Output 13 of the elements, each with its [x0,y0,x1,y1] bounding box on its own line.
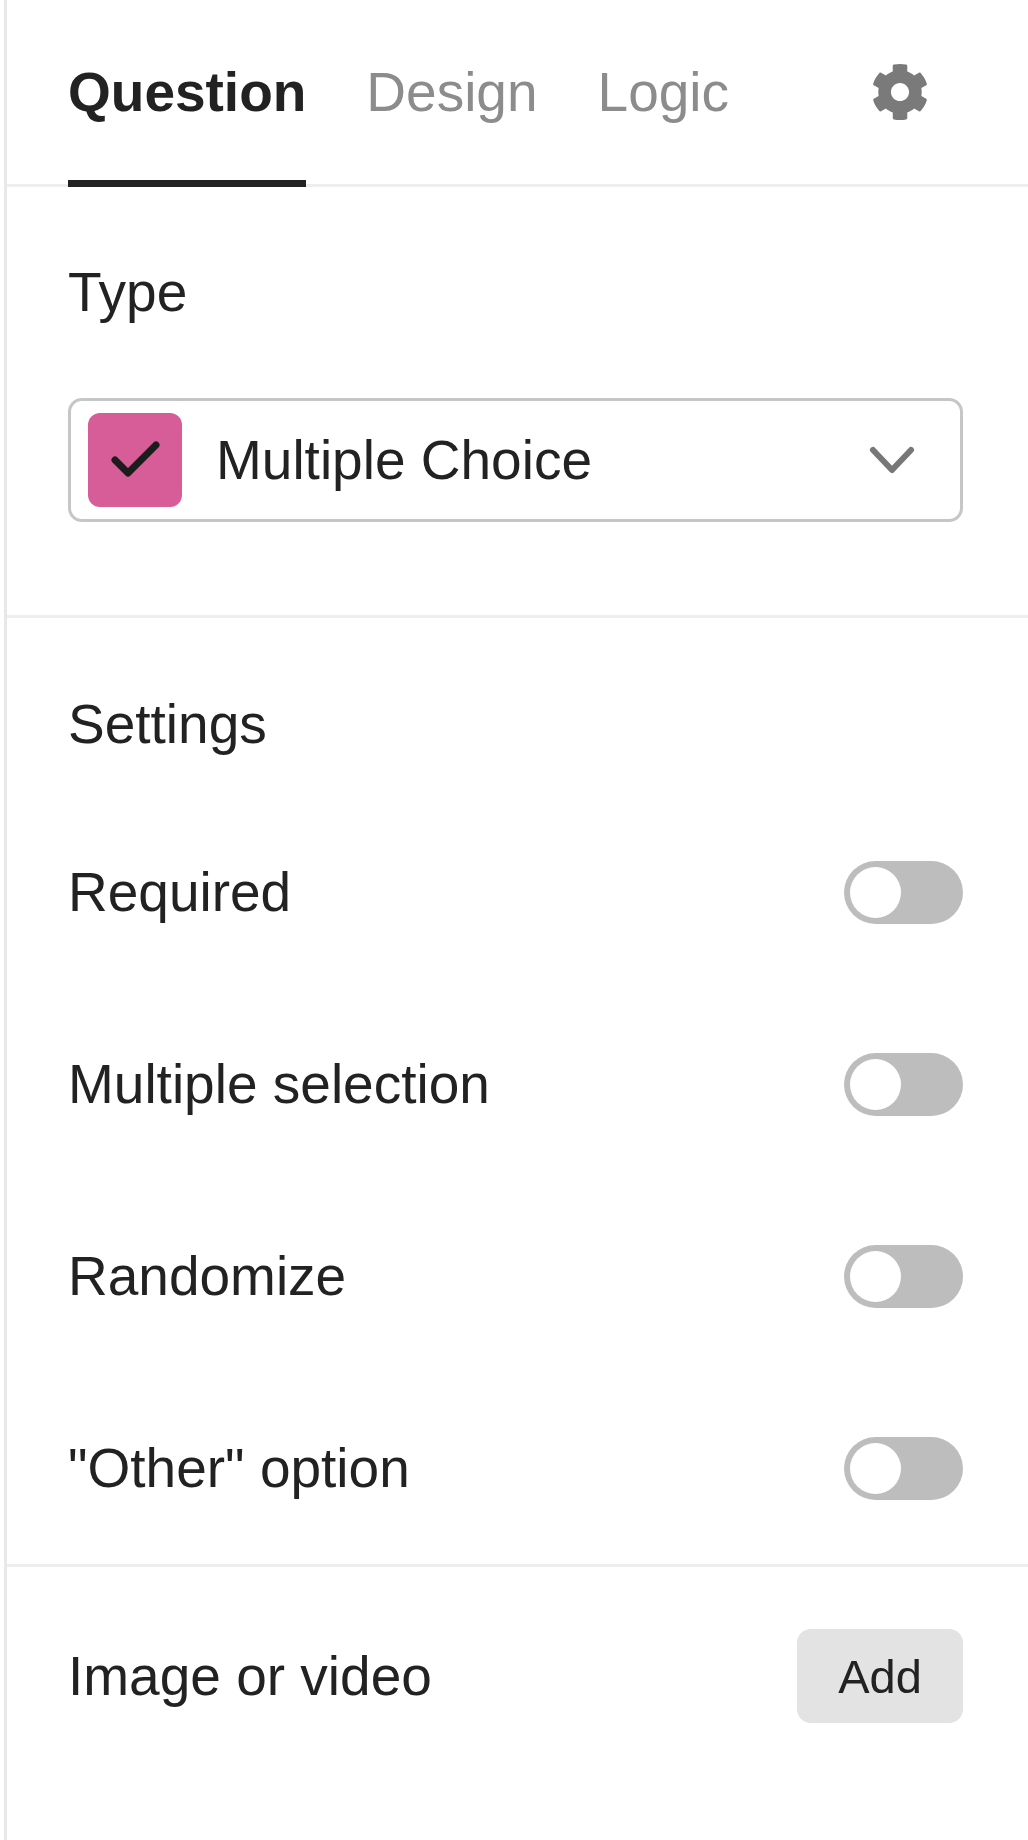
setting-label: "Other" option [68,1436,410,1500]
type-dropdown[interactable]: Multiple Choice [68,398,963,522]
checkmark-icon [88,413,182,507]
setting-label: Required [68,860,292,924]
setting-label: Multiple selection [68,1052,490,1116]
section-heading: Settings [68,692,268,756]
settings-icon[interactable] [871,63,929,121]
add-button[interactable]: Add [797,1629,963,1723]
chevron-down-icon [869,446,915,474]
setting-label: Randomize [68,1244,347,1308]
tab[interactable]: Question [68,60,307,187]
section-heading: Type [68,260,189,324]
section-heading: Image or video [68,1644,432,1708]
